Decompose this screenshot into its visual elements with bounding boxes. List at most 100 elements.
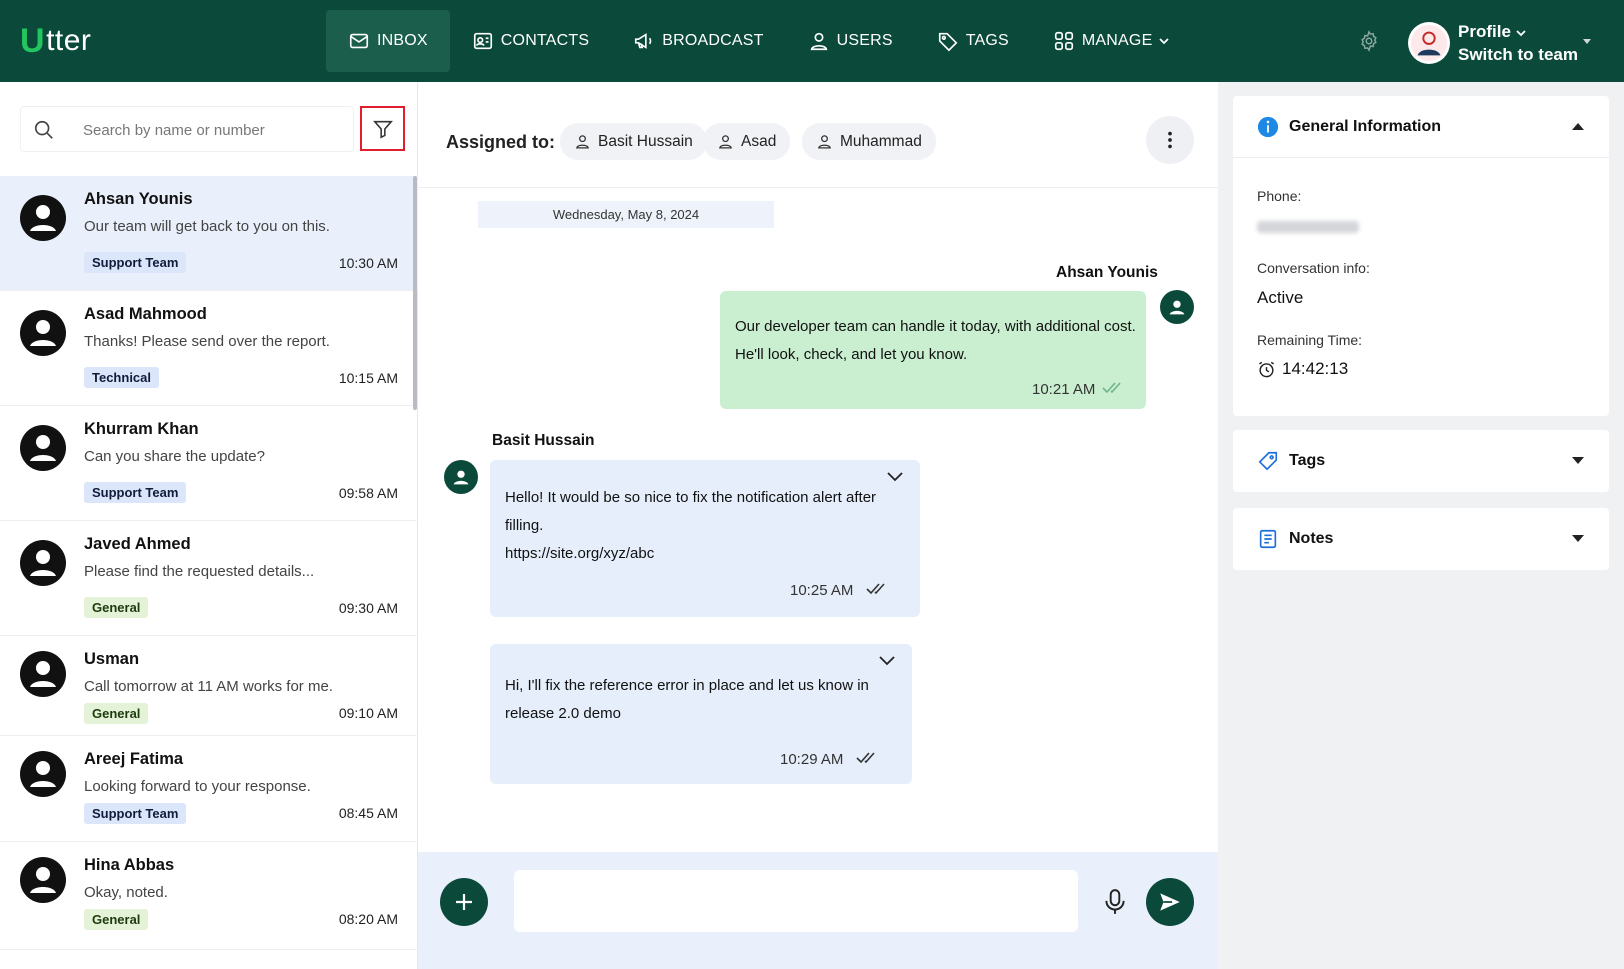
notes-header[interactable]: Notes	[1233, 508, 1609, 570]
conversation-status-value: Active	[1257, 288, 1304, 307]
person-icon	[1169, 300, 1185, 315]
conversation-item[interactable]: Khurram Khan Can you share the update? Sup…	[0, 406, 418, 521]
utter-logo[interactable]: Utter	[20, 22, 91, 60]
nav-users-label: USERS	[836, 32, 893, 49]
remaining-time-value: 14:42:13	[1282, 359, 1349, 378]
profile-menu[interactable]: Profile Switch to team	[1408, 20, 1578, 66]
conversation-item[interactable]: Usman Call tomorrow at 11 AM works for me…	[0, 636, 418, 736]
assignee-chip[interactable]: Asad	[703, 123, 791, 160]
contact-avatar-icon	[19, 194, 67, 242]
chevron-down-icon	[1516, 30, 1526, 37]
conversation-name: Asad Mahmood	[84, 305, 207, 323]
tags-title: Tags	[1289, 452, 1326, 469]
assignee-name: Basit Hussain	[598, 132, 693, 150]
conversation-name: Usman	[84, 650, 140, 668]
contact-avatar-icon	[19, 856, 67, 904]
nav-contacts-label: CONTACTS	[500, 32, 590, 49]
user-icon	[818, 135, 831, 149]
conversation-item[interactable]: Hina Abbas Okay, noted. General 08:20 AM	[0, 842, 418, 950]
caret-down-icon[interactable]	[1582, 37, 1592, 45]
message-timestamp: 10:25 AM	[790, 582, 854, 599]
settings-gear-icon[interactable]	[1358, 30, 1380, 52]
assignee-chip[interactable]: Muhammad	[802, 123, 936, 160]
contact-avatar-icon	[19, 539, 67, 587]
message-input[interactable]	[514, 870, 1078, 932]
conversation-time: 09:30 AM	[338, 600, 398, 616]
conversation-tag-badge: Technical	[84, 367, 160, 388]
message-timestamp: 10:21 AM	[1032, 381, 1096, 398]
notes-card: Notes	[1233, 508, 1609, 570]
notes-icon	[1259, 529, 1277, 549]
conversation-preview: Our team will get back to you on this.	[84, 218, 330, 235]
conversation-name: Khurram Khan	[84, 420, 199, 438]
contact-avatar-icon	[19, 309, 67, 357]
conversation-tag-badge: Support Team	[84, 803, 187, 824]
incoming-message-bubble[interactable]: Hello! It would be so nice to fix the no…	[490, 460, 920, 617]
conversation-item[interactable]: Ahsan Younis Our team will get back to yo…	[0, 176, 418, 291]
message-link[interactable]: https://site.org/xyz/abc	[505, 540, 654, 568]
info-icon	[1257, 116, 1279, 137]
logo-text: tter	[46, 24, 92, 57]
caret-up-icon[interactable]	[1571, 122, 1585, 131]
general-information-header[interactable]: General Information	[1233, 96, 1609, 158]
alarm-clock-icon	[1258, 361, 1275, 377]
nav-manage-label: MANAGE	[1081, 32, 1153, 49]
conversation-tag-badge: General	[84, 703, 149, 724]
search-row	[20, 106, 405, 152]
search-input[interactable]	[83, 115, 343, 145]
nav-broadcast[interactable]: BROADCAST	[611, 10, 785, 72]
send-button[interactable]	[1146, 878, 1194, 926]
conversation-item[interactable]: Javed Ahmed Please find the requested det…	[0, 521, 418, 636]
filter-button[interactable]	[360, 106, 405, 151]
conversation-preview: Thanks! Please send over the report.	[84, 333, 330, 350]
remaining-time-row: 14:42:13	[1257, 359, 1348, 379]
nav-users[interactable]: USERS	[786, 10, 915, 72]
contact-card-icon	[473, 32, 492, 50]
nav-contacts[interactable]: CONTACTS	[450, 10, 611, 72]
profile-avatar	[1408, 22, 1450, 64]
microphone-icon[interactable]	[1102, 888, 1128, 916]
profile-label: Profile	[1458, 20, 1578, 43]
conversation-preview: Call tomorrow at 11 AM works for me.	[84, 678, 333, 695]
conversation-tag-badge: General	[84, 597, 149, 618]
nav-inbox[interactable]: INBOX	[326, 10, 450, 72]
assignment-bar: Assigned to: Basit Hussain Asad Muhammad	[418, 82, 1218, 188]
conversation-time: 09:58 AM	[338, 485, 398, 501]
message-text-line: filling.	[505, 517, 544, 534]
caret-down-icon[interactable]	[1571, 534, 1585, 543]
vertical-dots-icon	[1168, 131, 1172, 149]
more-options-button[interactable]	[1146, 116, 1194, 164]
message-timestamp: 10:29 AM	[780, 751, 844, 768]
message-sender-name: Basit Hussain	[492, 432, 595, 449]
assigned-to-label: Assigned to:	[446, 132, 556, 152]
conversation-item[interactable]: Asad Mahmood Thanks! Please send over the…	[0, 291, 418, 406]
notes-title: Notes	[1289, 530, 1334, 547]
conversation-list-scrollbar[interactable]	[413, 176, 417, 410]
nav-manage[interactable]: MANAGE	[1031, 10, 1192, 72]
nav-tags[interactable]: TAGS	[915, 10, 1031, 72]
contact-avatar-icon	[19, 424, 67, 472]
chevron-down-icon[interactable]	[886, 470, 904, 482]
double-check-icon	[856, 752, 875, 764]
phone-value-redacted	[1257, 221, 1359, 233]
assignee-chip[interactable]: Basit Hussain	[560, 123, 707, 160]
incoming-message-bubble[interactable]: Hi, I'll fix the reference error in plac…	[490, 644, 912, 784]
message-text-line: Hi, I'll fix the reference error in plac…	[505, 677, 869, 694]
chat-panel: Assigned to: Basit Hussain Asad Muhammad…	[418, 82, 1218, 969]
conversation-preview: Okay, noted.	[84, 884, 168, 901]
contact-avatar-icon	[19, 650, 67, 698]
contact-avatar-icon	[19, 750, 67, 798]
add-attachment-button[interactable]	[440, 878, 488, 926]
chevron-down-icon[interactable]	[878, 654, 896, 666]
conversation-sidebar: Ahsan Younis Our team will get back to yo…	[0, 82, 418, 969]
conversation-item[interactable]: Areej Fatima Looking forward to your resp…	[0, 736, 418, 842]
user-icon	[810, 32, 827, 51]
phone-label: Phone:	[1257, 188, 1302, 204]
conversation-time: 10:15 AM	[338, 370, 398, 386]
conversation-preview: Looking forward to your response.	[84, 778, 311, 795]
tags-header[interactable]: Tags	[1233, 430, 1609, 492]
caret-down-icon[interactable]	[1571, 456, 1585, 465]
outgoing-message-bubble[interactable]: Our developer team can handle it today, …	[720, 291, 1146, 409]
conversation-tag-badge: Support Team	[84, 252, 187, 273]
tag-icon	[1258, 451, 1278, 471]
